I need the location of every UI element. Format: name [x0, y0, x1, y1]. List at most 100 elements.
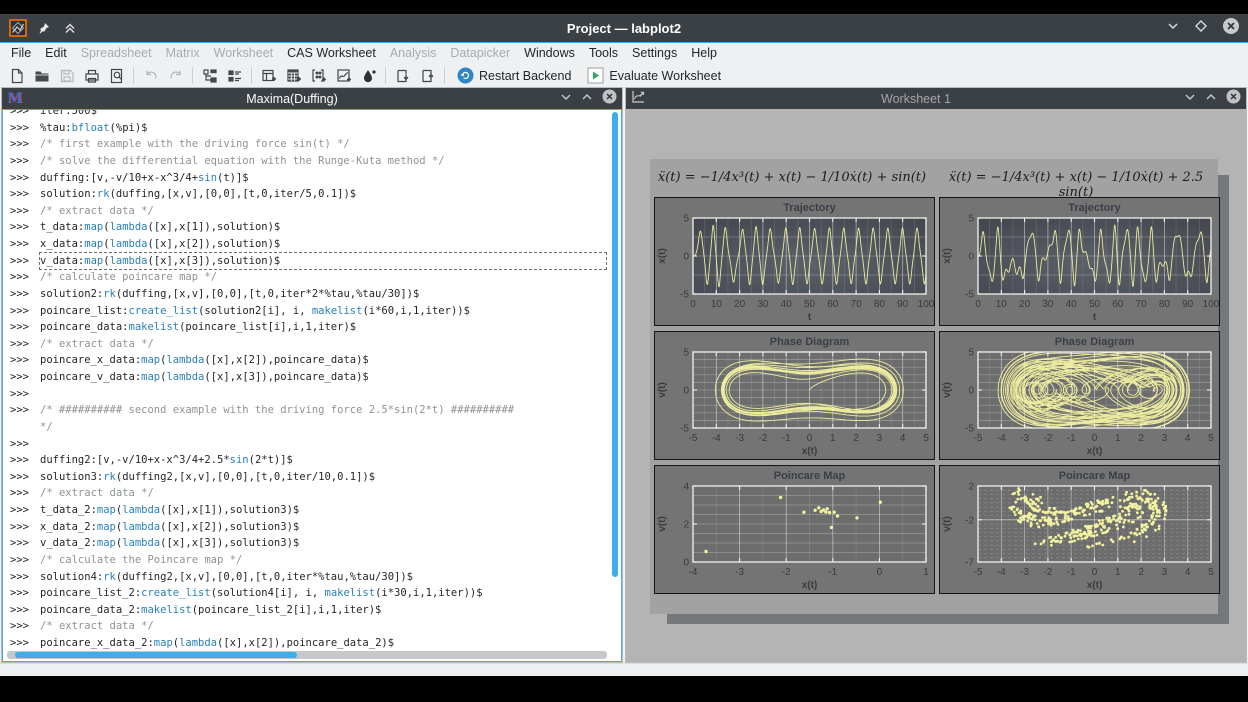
pin-icon[interactable] — [34, 18, 54, 38]
maximize-subwindow-icon[interactable] — [581, 90, 593, 108]
svg-text:-4: -4 — [712, 433, 721, 444]
svg-text:-5: -5 — [974, 567, 983, 578]
svg-text:Poincare Map: Poincare Map — [774, 470, 846, 482]
svg-text:-2: -2 — [1043, 433, 1052, 444]
console-line: >>>t_data:map(lambda([x],x[1]),solution)… — [10, 219, 606, 236]
svg-text:3: 3 — [877, 433, 883, 444]
menu-spreadsheet[interactable]: Spreadsheet — [74, 44, 159, 62]
svg-text:3: 3 — [1162, 567, 1168, 578]
import-icon[interactable] — [390, 64, 415, 87]
svg-text:v(t): v(t) — [942, 382, 953, 398]
console-line: >>>solution4:rk(duffing2,[x,v],[0,0],[t,… — [10, 569, 606, 586]
minimize-icon[interactable] — [1166, 19, 1180, 38]
svg-text:0: 0 — [968, 386, 974, 397]
svg-text:5: 5 — [968, 214, 974, 225]
menu-worksheet[interactable]: Worksheet — [207, 44, 281, 62]
console-line: >>>solution3:rk(duffing2,[x,v],[0,0],[t,… — [10, 469, 606, 486]
new-worksheet-icon[interactable] — [331, 64, 356, 87]
properties-explorer-icon[interactable] — [222, 64, 247, 87]
shade-icon[interactable] — [560, 90, 572, 108]
worksheet-canvas[interactable]: ẍ(t) = −1/4x³(t) + x(t) − 1/10ẋ(t) + sin… — [626, 109, 1246, 662]
equation-label-1: ẍ(t) = −1/4x³(t) + x(t) − 1/10ẋ(t) + sin… — [650, 170, 934, 200]
collapse-toolbar-icon[interactable] — [60, 18, 80, 38]
console-line: >>>poincare_x_data:map(lambda([x],x[2]),… — [10, 352, 606, 369]
window-titlebar[interactable]: Project — labplot2 — [0, 14, 1248, 43]
plot-trajectory-2[interactable]: 010203040506070809010050-5Trajectorytx(t… — [939, 197, 1220, 326]
vertical-scrollbar[interactable] — [611, 112, 619, 647]
menu-datapicker[interactable]: Datapicker — [443, 44, 517, 62]
horizontal-scrollbar[interactable] — [7, 651, 607, 659]
restart-backend-button[interactable]: Restart Backend — [449, 64, 579, 87]
new-workbook-icon[interactable] — [256, 64, 281, 87]
plot-poincare-2[interactable]: -5-4-3-2-10123452-2-7Poincare Mapx(t)v(t… — [939, 465, 1220, 594]
menu-tools[interactable]: Tools — [582, 44, 625, 62]
console-line: >>>/* extract data */ — [10, 336, 606, 353]
svg-text:3: 3 — [1162, 433, 1168, 444]
menu-cas-worksheet[interactable]: CAS Worksheet — [280, 44, 383, 62]
console-line: >>>poincare_list:create_list(solution2[i… — [10, 303, 606, 320]
close-subwindow-icon[interactable] — [1226, 89, 1241, 109]
menu-file[interactable]: File — [4, 44, 38, 62]
menu-matrix[interactable]: Matrix — [159, 44, 207, 62]
export-icon[interactable] — [415, 64, 440, 87]
maximize-subwindow-icon[interactable] — [1205, 90, 1217, 108]
svg-text:30: 30 — [1042, 299, 1054, 310]
maxima-titlebar[interactable]: M Maxima(Duffing) — [2, 88, 622, 109]
svg-text:v(t): v(t) — [942, 516, 953, 532]
svg-text:0: 0 — [683, 252, 689, 263]
menu-analysis[interactable]: Analysis — [383, 44, 444, 62]
shade-icon[interactable] — [1184, 90, 1196, 108]
menu-help[interactable]: Help — [684, 44, 724, 62]
menu-settings[interactable]: Settings — [625, 44, 684, 62]
project-explorer-icon[interactable] — [197, 64, 222, 87]
console-line: >>>/* extract data */ — [10, 618, 606, 635]
svg-text:80: 80 — [874, 299, 886, 310]
undo-icon[interactable] — [138, 64, 163, 87]
evaluate-worksheet-button[interactable]: Evaluate Worksheet — [579, 64, 729, 87]
maxima-console[interactable]: >>>iter:500$>>>%tau:bfloat(%pi)$>>>/* fi… — [2, 109, 622, 662]
console-line: >>>x_data:map(lambda([x],x[2]),solution)… — [10, 236, 606, 253]
new-spreadsheet-icon[interactable] — [281, 64, 306, 87]
svg-text:Trajectory: Trajectory — [1068, 202, 1121, 214]
svg-text:40: 40 — [781, 299, 793, 310]
open-project-icon[interactable] — [29, 64, 54, 87]
menu-edit[interactable]: Edit — [38, 44, 74, 62]
svg-text:-7: -7 — [965, 558, 974, 569]
horizontal-scrollbar-thumb[interactable] — [15, 652, 297, 658]
maxima-icon: M — [7, 91, 23, 107]
plot-grid: 010203040506070809010050-5Trajectorytx(t… — [654, 197, 1220, 594]
console-line: >>>/* ########## second example with the… — [10, 402, 606, 419]
restart-backend-label: Restart Backend — [479, 69, 571, 83]
svg-text:5: 5 — [683, 348, 689, 359]
vertical-scrollbar-thumb[interactable] — [612, 112, 618, 577]
svg-text:10: 10 — [996, 299, 1008, 310]
plot-trajectory-1[interactable]: 010203040506070809010050-5Trajectorytx(t… — [654, 197, 935, 326]
svg-text:2: 2 — [853, 433, 859, 444]
print-icon[interactable] — [79, 64, 104, 87]
worksheet-titlebar[interactable]: Worksheet 1 — [626, 88, 1246, 109]
worksheet-subwindow: Worksheet 1 ẍ(t) = −1/4x³(t) + x(t) − 1/… — [625, 87, 1247, 663]
save-project-icon[interactable] — [54, 64, 79, 87]
svg-text:50: 50 — [804, 299, 816, 310]
svg-text:-3: -3 — [735, 567, 744, 578]
svg-text:1: 1 — [923, 567, 929, 578]
svg-text:80: 80 — [1159, 299, 1171, 310]
svg-text:0: 0 — [807, 433, 813, 444]
close-subwindow-icon[interactable] — [602, 89, 617, 109]
close-icon[interactable] — [1222, 17, 1240, 40]
new-matrix-icon[interactable] — [306, 64, 331, 87]
console-line: >>>poincare_v_data:map(lambda([x],x[3]),… — [10, 369, 606, 386]
print-preview-icon[interactable] — [104, 64, 129, 87]
redo-icon[interactable] — [163, 64, 188, 87]
worksheet-page: ẍ(t) = −1/4x³(t) + x(t) − 1/10ẋ(t) + sin… — [650, 159, 1218, 614]
plot-poincare-1[interactable]: -4-3-2-101024Poincare Mapx(t)v(t) — [654, 465, 935, 594]
menu-windows[interactable]: Windows — [517, 44, 582, 62]
maximize-icon[interactable] — [1194, 19, 1208, 38]
new-notebook-icon[interactable] — [356, 64, 381, 87]
svg-text:0: 0 — [975, 299, 981, 310]
svg-text:2: 2 — [968, 482, 974, 493]
new-project-icon[interactable] — [4, 64, 29, 87]
plot-phase-1[interactable]: -5-4-3-2-101234550-5Phase Diagramx(t)v(t… — [654, 331, 935, 460]
svg-text:-2: -2 — [782, 567, 791, 578]
plot-phase-2[interactable]: -5-4-3-2-101234550-5Phase Diagramx(t)v(t… — [939, 331, 1220, 460]
